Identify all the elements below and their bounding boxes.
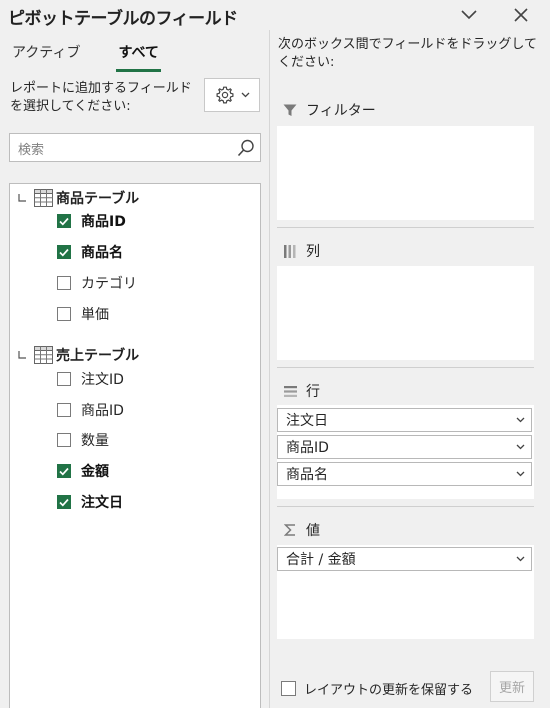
- checkbox[interactable]: [57, 403, 71, 417]
- filter-area-label: フィルター: [306, 103, 376, 119]
- defer-layout-update[interactable]: レイアウトの更新を保留する: [281, 679, 473, 698]
- search-icon[interactable]: [236, 138, 256, 162]
- search-placeholder: 検索: [18, 143, 45, 158]
- checkbox-checked[interactable]: [57, 214, 71, 228]
- checkbox[interactable]: [57, 372, 71, 386]
- area-divider: [277, 227, 534, 228]
- pane-options-chevron-icon[interactable]: [456, 4, 482, 26]
- field-item[interactable]: 商品名: [57, 241, 123, 263]
- chip-label: 商品名: [286, 467, 328, 483]
- field-item[interactable]: 数量: [57, 429, 109, 451]
- columns-area-label: 列: [306, 244, 320, 260]
- chevron-down-icon[interactable]: [516, 467, 525, 485]
- defer-checkbox[interactable]: [281, 681, 296, 696]
- defer-label: レイアウトの更新を保留する: [304, 683, 474, 698]
- tab-active[interactable]: アクティブ: [10, 42, 82, 72]
- chevron-down-icon[interactable]: [516, 440, 525, 458]
- search-field[interactable]: 検索: [9, 133, 261, 162]
- field-label: 金額: [81, 464, 109, 480]
- field-label: カテゴリ: [81, 276, 137, 292]
- close-icon[interactable]: [508, 4, 534, 26]
- table-node[interactable]: 商品テーブル: [10, 187, 139, 209]
- field-label: 注文日: [81, 495, 123, 511]
- area-divider: [277, 506, 534, 507]
- gear-icon: [215, 85, 235, 105]
- tools-button[interactable]: [204, 78, 260, 112]
- field-item[interactable]: 商品ID: [57, 210, 126, 232]
- add-fields-label: レポートに追加するフィールドを選択してください:: [10, 81, 192, 114]
- row-field-chip[interactable]: 商品名: [277, 462, 532, 486]
- chip-label: 合計 / 金額: [286, 552, 356, 568]
- rows-area-header: 行: [282, 381, 320, 401]
- field-item[interactable]: 金額: [57, 460, 109, 482]
- field-label: 商品ID: [81, 214, 126, 230]
- collapse-icon[interactable]: [10, 193, 34, 203]
- table-name: 売上テーブル: [56, 348, 140, 364]
- chevron-down-icon[interactable]: [516, 552, 525, 570]
- field-label: 注文ID: [81, 372, 124, 388]
- field-list: 商品テーブル 商品ID 商品名 カテゴリ 単価 売上テーブル 注文ID 商品ID…: [9, 183, 261, 708]
- filter-icon: [282, 104, 298, 117]
- row-field-chip[interactable]: 商品ID: [277, 435, 532, 459]
- table-icon: [34, 189, 53, 207]
- checkbox-checked[interactable]: [57, 464, 71, 478]
- columns-area-header: 列: [282, 241, 320, 261]
- field-label: 商品名: [81, 245, 123, 261]
- table-node[interactable]: 売上テーブル: [10, 344, 139, 366]
- update-button[interactable]: 更新: [490, 671, 534, 702]
- values-area-header: 値: [282, 520, 320, 540]
- chip-label: 注文日: [286, 413, 328, 429]
- drag-instruction: 次のボックス間でフィールドをドラッグしてください:: [278, 37, 537, 70]
- table-name: 商品テーブル: [56, 191, 140, 207]
- field-label: 商品ID: [81, 403, 124, 419]
- row-field-chip[interactable]: 注文日: [277, 408, 532, 432]
- rows-icon: [282, 385, 298, 397]
- filter-area-header: フィルター: [282, 100, 376, 120]
- field-item[interactable]: 注文ID: [57, 368, 124, 390]
- field-label: 単価: [81, 307, 109, 323]
- chevron-down-icon: [241, 92, 250, 98]
- column-divider: [269, 30, 270, 708]
- field-item[interactable]: カテゴリ: [57, 272, 137, 294]
- area-divider: [277, 367, 534, 368]
- pane-title: ピボットテーブルのフィールド: [8, 9, 238, 29]
- tab-all[interactable]: すべて: [116, 42, 162, 72]
- checkbox[interactable]: [57, 276, 71, 290]
- columns-icon: [282, 244, 298, 258]
- field-item[interactable]: 注文日: [57, 491, 123, 513]
- table-icon: [34, 346, 53, 364]
- values-area-label: 値: [306, 523, 320, 539]
- rows-area-label: 行: [306, 384, 320, 400]
- checkbox[interactable]: [57, 307, 71, 321]
- field-item[interactable]: 単価: [57, 303, 109, 325]
- field-tabs: アクティブ すべて: [10, 42, 162, 72]
- filter-drop-area[interactable]: [277, 126, 534, 220]
- columns-drop-area[interactable]: [277, 266, 534, 360]
- field-item[interactable]: 商品ID: [57, 399, 124, 421]
- chevron-down-icon[interactable]: [516, 413, 525, 431]
- value-field-chip[interactable]: 合計 / 金額: [277, 547, 532, 571]
- checkbox-checked[interactable]: [57, 495, 71, 509]
- collapse-icon[interactable]: [10, 350, 34, 360]
- checkbox-checked[interactable]: [57, 245, 71, 259]
- checkbox[interactable]: [57, 433, 71, 447]
- chip-label: 商品ID: [286, 440, 329, 456]
- field-label: 数量: [81, 433, 109, 449]
- sigma-icon: [282, 524, 298, 536]
